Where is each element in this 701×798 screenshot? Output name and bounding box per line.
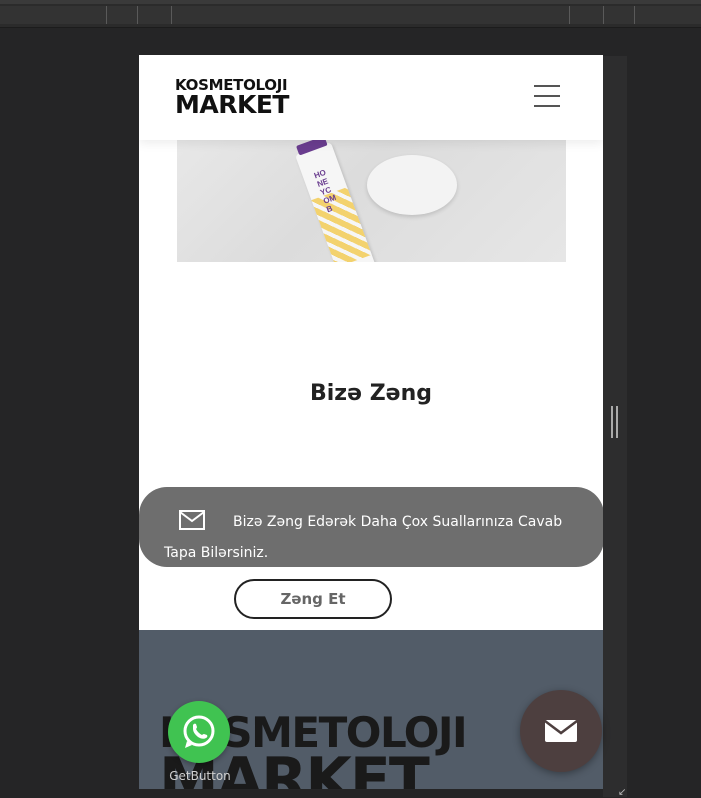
getbutton-label: GetButton	[169, 769, 231, 783]
ruler-tick	[106, 6, 107, 24]
site-header: KOSMETOLOJI MARKET	[139, 55, 603, 140]
plate-shape	[367, 155, 457, 215]
section-title: Bizə Zəng	[310, 381, 432, 406]
info-text: Bizə Zəng Edərək Daha Çox Suallarınıza C…	[164, 514, 563, 561]
info-banner: Bizə Zəng Edərək Daha Çox Suallarınıza C…	[139, 487, 603, 567]
ruler-top-line	[0, 0, 701, 4]
whatsapp-icon	[183, 715, 215, 748]
ruler-tick	[603, 6, 604, 24]
ruler-tick	[137, 6, 138, 24]
ruler-tick	[634, 6, 635, 24]
whatsapp-button[interactable]	[168, 701, 230, 763]
ruler-tick	[569, 6, 570, 24]
logo-bottom-text: MARKET	[175, 90, 289, 119]
mail-button[interactable]	[520, 690, 602, 772]
site-logo[interactable]: KOSMETOLOJI MARKET	[175, 78, 289, 119]
corner-arrow-icon: ↙	[618, 787, 627, 798]
hamburger-menu-icon[interactable]	[534, 85, 560, 107]
call-button[interactable]: Zəng Et	[234, 579, 392, 619]
resize-handle[interactable]	[611, 406, 619, 438]
devtools-ruler	[0, 0, 701, 28]
mobile-viewport: KOSMETOLOJI MARKET HONEYCOMB Bizə Zəng B…	[139, 55, 603, 789]
ruler-tick	[171, 6, 172, 24]
product-bottle: HONEYCOMB	[295, 135, 380, 262]
envelope-icon	[544, 720, 578, 742]
